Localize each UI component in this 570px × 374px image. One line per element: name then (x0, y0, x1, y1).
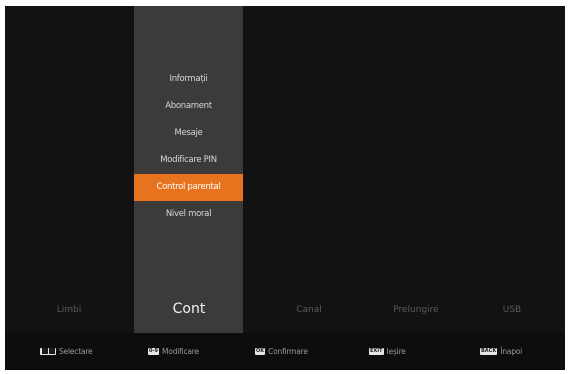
hint-iesire: EXIT Ieșire (369, 345, 406, 357)
account-menu-panel: Informații Abonament Mesaje Modificare P… (134, 6, 243, 333)
account-submenu: Informații Abonament Mesaje Modificare P… (134, 66, 243, 228)
hint-label: Modificare (162, 346, 199, 356)
ok-key-icon: OK (255, 347, 266, 355)
menu-item-control-parental[interactable]: Control parental (134, 174, 243, 201)
hint-label: Înapoi (500, 346, 523, 356)
category-canal[interactable]: Canal (259, 299, 359, 321)
hint-confirmare: OK Confirmare (255, 345, 308, 357)
category-bar: Limbi Cont Canal Prelungire USB (5, 299, 565, 321)
tv-settings-screen: Informații Abonament Mesaje Modificare P… (5, 6, 565, 370)
hint-label: Confirmare (268, 346, 308, 356)
category-cont[interactable]: Cont (139, 299, 239, 319)
hint-label: Ieșire (386, 346, 406, 356)
menu-item-modificare-pin[interactable]: Modificare PIN (134, 147, 243, 174)
category-usb[interactable]: USB (462, 299, 562, 321)
category-limbi[interactable]: Limbi (19, 299, 119, 321)
exit-key-icon: EXIT (369, 347, 384, 355)
menu-item-mesaje[interactable]: Mesaje (134, 120, 243, 147)
menu-item-nivel-moral[interactable]: Nivel moral (134, 201, 243, 228)
category-prelungire[interactable]: Prelungire (366, 299, 466, 321)
back-key-icon: BACK (480, 347, 498, 355)
menu-item-abonament[interactable]: Abonament (134, 93, 243, 120)
number-keys-icon: 0-9 (148, 347, 160, 355)
left-right-keys-icon (40, 347, 56, 355)
hint-selectare: Selectare (40, 345, 93, 357)
menu-item-informatii[interactable]: Informații (134, 66, 243, 93)
hint-label: Selectare (59, 346, 93, 356)
hint-inapoi: BACK Înapoi (480, 345, 522, 357)
hint-modificare: 0-9 Modificare (148, 345, 199, 357)
key-hints-footer: Selectare 0-9 Modificare OK Confirmare E… (5, 333, 565, 370)
